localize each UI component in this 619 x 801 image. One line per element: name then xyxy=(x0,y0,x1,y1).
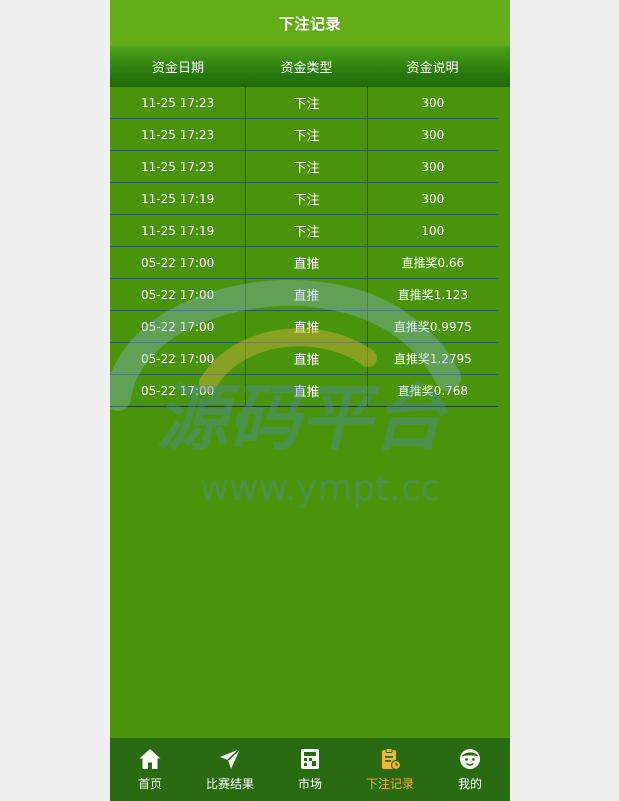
cell-date: 11-25 17:23 xyxy=(141,159,215,174)
watermark-url-text: www.ympt.cc xyxy=(200,468,441,509)
table-header: 资金日期 资金类型 资金说明 xyxy=(110,46,510,87)
tab-label: 首页 xyxy=(137,777,162,791)
home-icon xyxy=(139,749,161,769)
clipboard-icon xyxy=(382,748,402,771)
cell-type: 下注 xyxy=(245,151,368,182)
table-row: 11-25 17:23 下注 300 xyxy=(110,151,498,183)
table-row: 05-22 17:00 直推 直推奖1.123 xyxy=(110,279,498,311)
table-row: 11-25 17:23 下注 300 xyxy=(110,119,498,151)
cell-type: 直推 xyxy=(245,311,368,342)
cell-description: 直推奖0.9975 xyxy=(393,320,472,334)
cell-description: 300 xyxy=(421,191,445,206)
cell-type: 下注 xyxy=(245,183,368,214)
tab-market[interactable]: 市场 xyxy=(270,738,350,801)
cell-type: 下注 xyxy=(245,87,368,118)
table-row: 11-25 17:19 下注 100 xyxy=(110,215,498,247)
cell-type: 下注 xyxy=(245,119,368,150)
market-icon xyxy=(301,749,319,769)
page-header: 下注记录 xyxy=(110,0,510,46)
cell-description: 直推奖1.2795 xyxy=(393,352,472,366)
column-header-type: 资金类型 xyxy=(280,61,333,76)
tab-label: 下注记录 xyxy=(365,777,414,791)
table-row: 05-22 17:00 直推 直推奖1.2795 xyxy=(110,343,498,375)
cell-description: 直推奖1.123 xyxy=(397,288,469,302)
cell-description: 直推奖0.66 xyxy=(401,256,465,270)
tab-label: 我的 xyxy=(457,777,482,791)
tab-match-results[interactable]: 比赛结果 xyxy=(190,738,270,801)
cell-date: 05-22 17:00 xyxy=(141,351,215,366)
cell-description: 直推奖0.768 xyxy=(397,384,469,398)
cell-type: 直推 xyxy=(245,375,368,406)
column-header-date: 资金日期 xyxy=(151,61,204,76)
column-header-description: 资金说明 xyxy=(406,61,459,76)
cell-date: 11-25 17:19 xyxy=(141,191,215,206)
table-row: 11-25 17:19 下注 300 xyxy=(110,183,498,215)
tab-mine[interactable]: 我的 xyxy=(430,738,510,801)
table-row: 05-22 17:00 直推 直推奖0.768 xyxy=(110,375,498,407)
cell-date: 05-22 17:00 xyxy=(141,383,215,398)
page-title: 下注记录 xyxy=(278,14,341,33)
cell-type: 直推 xyxy=(245,247,368,278)
cell-date: 05-22 17:00 xyxy=(141,287,215,302)
cell-date: 11-25 17:23 xyxy=(141,95,215,110)
bottom-tab-bar: 首页 比赛结果 市场 下注记录 我的 xyxy=(110,738,510,801)
cell-date: 05-22 17:00 xyxy=(141,319,215,334)
tab-label: 比赛结果 xyxy=(205,777,254,791)
cell-date: 11-25 17:23 xyxy=(141,127,215,142)
table-row: 05-22 17:00 直推 直推奖0.66 xyxy=(110,247,498,279)
tab-home[interactable]: 首页 xyxy=(110,738,190,801)
tab-label: 市场 xyxy=(297,777,322,791)
cell-date: 05-22 17:00 xyxy=(141,255,215,270)
table-row: 05-22 17:00 直推 直推奖0.9975 xyxy=(110,311,498,343)
phone-screen: 下注记录 资金日期 资金类型 资金说明 11-25 17:23 下注 300 1… xyxy=(110,0,510,801)
cell-description: 100 xyxy=(421,223,445,238)
cell-type: 直推 xyxy=(245,279,368,310)
paper-plane-icon xyxy=(220,748,241,769)
cell-description: 300 xyxy=(421,127,445,142)
records-table-body: 11-25 17:23 下注 300 11-25 17:23 下注 300 11… xyxy=(110,87,498,407)
cell-type: 直推 xyxy=(245,343,368,374)
cell-type: 下注 xyxy=(245,215,368,246)
cell-description: 300 xyxy=(421,159,445,174)
face-icon xyxy=(460,749,480,769)
cell-date: 11-25 17:19 xyxy=(141,223,215,238)
tab-bet-records[interactable]: 下注记录 xyxy=(350,738,430,801)
table-row: 11-25 17:23 下注 300 xyxy=(110,87,498,119)
cell-description: 300 xyxy=(421,95,445,110)
